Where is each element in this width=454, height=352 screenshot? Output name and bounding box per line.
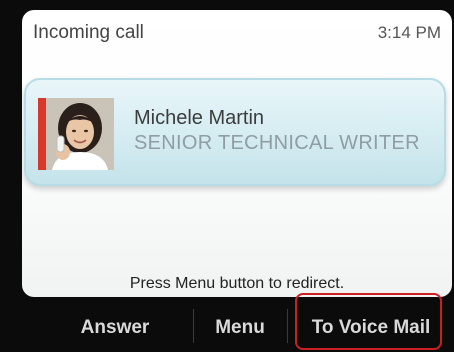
softkey-divider (193, 309, 194, 343)
clock-time: 3:14 PM (377, 23, 441, 42)
caller-job-title: SENIOR TECHNICAL WRITER (134, 132, 420, 154)
caller-name: Michele Martin (134, 107, 265, 129)
phone-screen: Incoming call 3:14 PM Michele Martin SEN… (22, 10, 452, 297)
phone-device: Incoming call 3:14 PM Michele Martin SEN… (0, 0, 454, 352)
menu-softkey[interactable]: Menu (196, 304, 284, 352)
incoming-call-card[interactable]: Michele Martin SENIOR TECHNICAL WRITER (24, 78, 446, 186)
answer-softkey[interactable]: Answer (40, 304, 190, 352)
softkey-divider (287, 309, 288, 343)
status-bar: Incoming call 3:14 PM (22, 10, 452, 58)
caller-avatar (46, 98, 114, 170)
person-photo-icon (46, 98, 114, 170)
redirect-hint: Press Menu button to redirect. (129, 275, 345, 292)
call-status-title: Incoming call (33, 22, 144, 43)
caller-line-strip (38, 98, 46, 170)
voicemail-highlight-box (295, 293, 442, 350)
